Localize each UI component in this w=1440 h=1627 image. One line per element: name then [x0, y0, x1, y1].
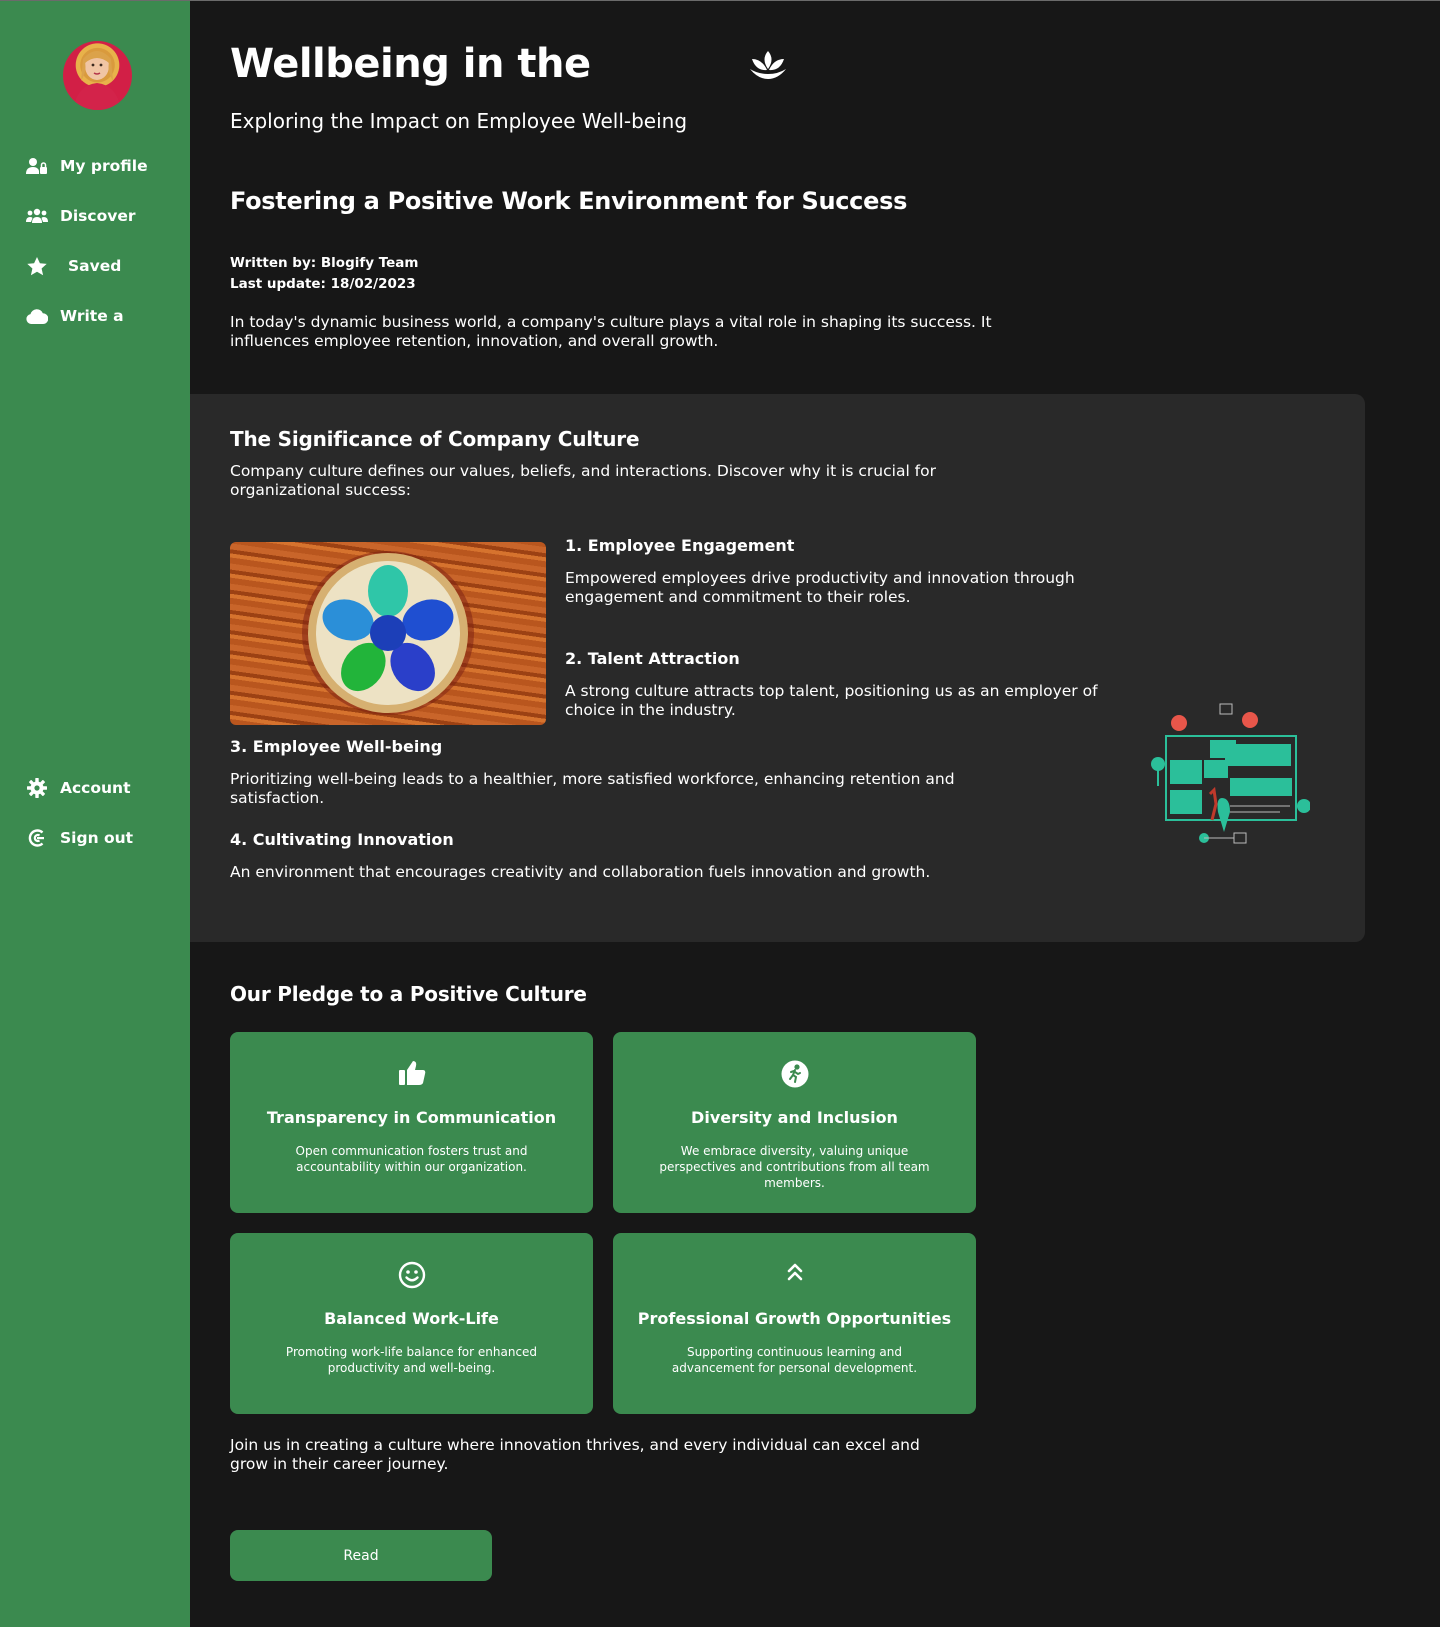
lotus-icon — [748, 49, 788, 81]
sidebar-item-label: Write a — [60, 307, 124, 325]
article-heading: Fostering a Positive Work Environment fo… — [230, 187, 908, 215]
culture-item-title: 2. Talent Attraction — [565, 649, 740, 668]
pledge-card-text: Open communication fosters trust and acc… — [295, 1144, 528, 1174]
sidebar-item-saved[interactable]: Saved — [26, 254, 121, 278]
pledge-title: Our Pledge to a Positive Culture — [230, 982, 587, 1006]
culture-item-text: An environment that encourages creativit… — [230, 863, 931, 881]
pledge-card-text: Supporting continuous learning and advan… — [671, 1345, 918, 1375]
pledge-card-title: Diversity and Inclusion — [691, 1108, 898, 1127]
sidebar-item-write[interactable]: Write a — [26, 304, 124, 328]
culture-item-text: A strong culture attracts top talent, po… — [565, 682, 1098, 719]
gear-icon — [26, 778, 48, 798]
culture-item-title: 4. Cultivating Innovation — [230, 830, 454, 849]
sidebar-item-label: My profile — [60, 157, 148, 175]
thumbs-up-icon — [230, 1060, 593, 1088]
pledge-card-work-life[interactable]: Balanced Work-Life Promoting work-life b… — [230, 1233, 593, 1414]
page-subtitle: Exploring the Impact on Employee Well-be… — [230, 109, 688, 133]
sidebar: My profile Discover Saved Write a Accoun… — [0, 1, 190, 1627]
last-update: Last update: 18/02/2023 — [230, 276, 416, 292]
pledge-card-diversity[interactable]: Diversity and Inclusion We embrace diver… — [613, 1032, 976, 1213]
culture-item-text: Empowered employees drive productivity a… — [565, 569, 1075, 606]
sidebar-item-label: Saved — [68, 257, 122, 275]
user-lock-icon — [26, 156, 48, 176]
pledge-card-title: Balanced Work-Life — [324, 1309, 499, 1328]
star-icon — [26, 256, 48, 276]
pledge-card-title: Transparency in Communication — [266, 1108, 557, 1127]
culture-image — [230, 542, 546, 725]
culture-item-text: Prioritizing well-being leads to a healt… — [230, 770, 955, 807]
sidebar-item-label: Discover — [60, 207, 136, 225]
culture-item-title: 1. Employee Engagement — [565, 536, 795, 555]
top-border — [0, 0, 1440, 1]
sidebar-item-account[interactable]: Account — [26, 776, 131, 800]
page-title: Wellbeing in the — [230, 41, 591, 87]
culture-description: Company culture defines our values, beli… — [230, 462, 936, 499]
users-icon — [26, 206, 48, 226]
dashboard-illustration — [1130, 694, 1311, 854]
pledge-card-text: Promoting work-life balance for enhanced… — [285, 1345, 538, 1375]
smile-icon — [230, 1261, 593, 1289]
pledge-card-title: Professional Growth Opportunities — [637, 1309, 952, 1328]
author: Written by: Blogify Team — [230, 255, 419, 271]
sidebar-item-my-profile[interactable]: My profile — [26, 154, 148, 178]
byline: Written by: Blogify Team Last update: 18… — [230, 253, 418, 295]
culture-title: The Significance of Company Culture — [230, 427, 640, 451]
culture-item-title: 3. Employee Well-being — [230, 737, 443, 756]
culture-panel: The Significance of Company Culture Comp… — [190, 394, 1365, 942]
cloud-icon — [26, 306, 48, 326]
sign-out-icon — [26, 828, 48, 848]
pledge-card-transparency[interactable]: Transparency in Communication Open commu… — [230, 1032, 593, 1213]
closing-text: Join us in creating a culture where inno… — [230, 1436, 920, 1473]
sidebar-item-discover[interactable]: Discover — [26, 204, 136, 228]
double-chevron-up-icon — [613, 1261, 976, 1289]
sidebar-item-sign-out[interactable]: Sign out — [26, 826, 133, 850]
avatar[interactable] — [63, 41, 132, 110]
pledge-card-growth[interactable]: Professional Growth Opportunities Suppor… — [613, 1233, 976, 1414]
person-running-icon — [613, 1060, 976, 1088]
read-button[interactable]: Read — [230, 1530, 492, 1581]
pledge-card-text: We embrace diversity, valuing unique per… — [659, 1144, 930, 1190]
sidebar-item-label: Sign out — [60, 829, 134, 847]
sidebar-item-label: Account — [60, 779, 131, 797]
article-intro: In today's dynamic business world, a com… — [230, 313, 992, 350]
